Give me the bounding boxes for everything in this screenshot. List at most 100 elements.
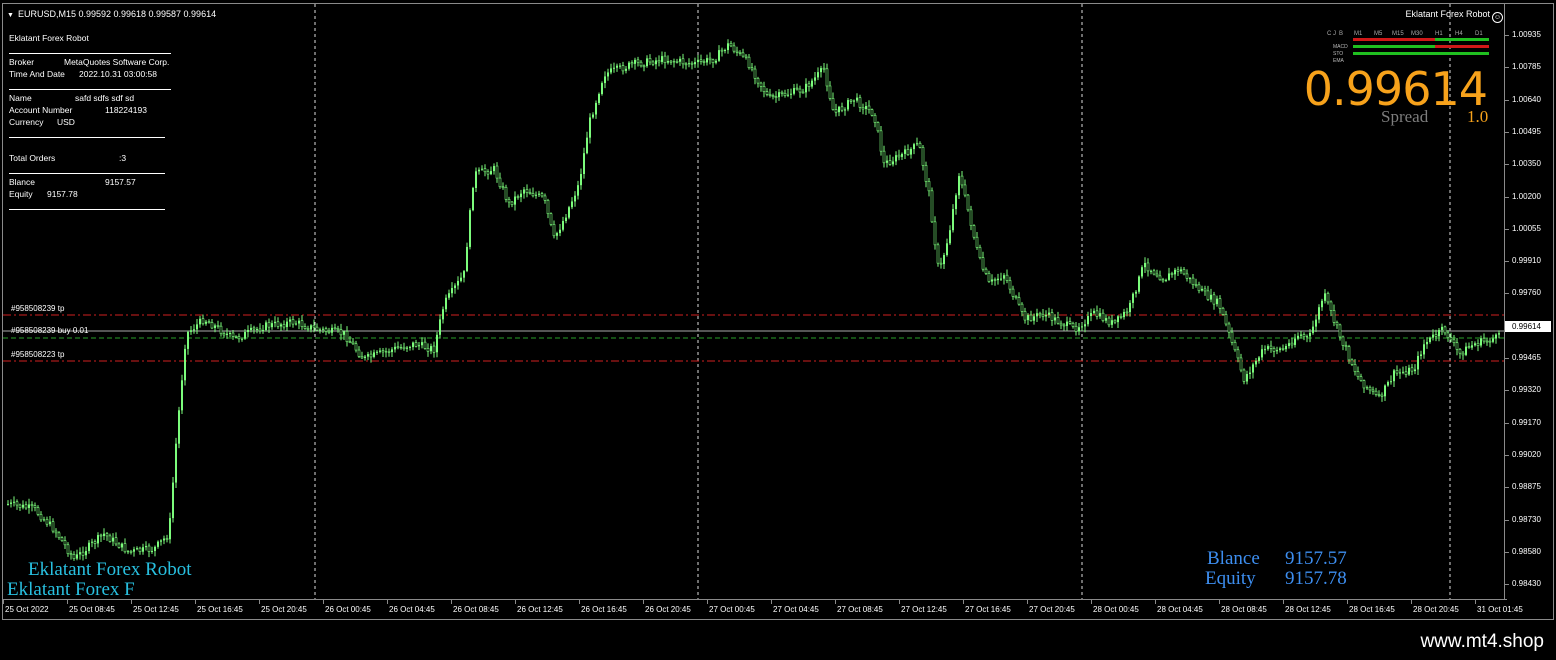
price-label: 0.98875 [1512,482,1541,492]
candle-body-bull [1420,354,1422,356]
candle-body-bear [867,105,871,110]
candle-body-bear [546,200,550,215]
candle-body-bull [214,325,216,329]
candle-body-bear [423,341,427,349]
candle-body-bull [280,324,282,327]
candle-body-bull [661,56,663,62]
candle-body-bull [1408,367,1410,375]
candle-body-bull [787,94,789,96]
candle-body-bear [1236,349,1240,359]
candle-body-bull [1105,318,1107,321]
mtf-header: B [1339,31,1344,37]
candle-body-bear [669,60,673,63]
balance-value: 9157.57 [105,177,136,187]
candle-body-bull [1129,302,1131,313]
candle-body-bear [1074,325,1078,332]
chart-window[interactable]: ▼ EURUSD,M15 0.99592 0.99618 0.99587 0.99… [2,3,1554,620]
candle-body-bull [601,83,603,95]
candle-body-bull [451,288,453,294]
candle-body-bear [939,262,943,265]
candle-body-bear [657,60,661,63]
candle-body-bull [367,354,369,357]
divider [9,209,165,210]
candle-body-bull [1066,321,1068,326]
candle-body-bear [1368,386,1372,391]
candle-body-bull [1054,317,1056,321]
order-tp-label[interactable]: #958508223 tp [11,350,64,359]
candle-body-bull [694,62,696,65]
candle-body-bull [1141,267,1143,277]
candle-body-bear [219,325,223,334]
candle-body-bull [1144,262,1146,268]
time-label: 27 Oct 08:45 [837,605,883,614]
candle-body-bull [385,351,387,353]
mtf-header: M5 [1374,31,1383,37]
order-buy-label[interactable]: #958508239 buy 0.01 [11,326,88,335]
candle-body-bear [858,97,862,108]
currency-label: Currency [9,117,44,127]
candle-body-bull [688,63,690,65]
candle-body-bull [493,166,495,172]
candle-body-bull [466,246,468,272]
candle-body-bull [79,552,81,555]
candle-body-bull [439,319,441,335]
candle-body-bear [1242,369,1246,382]
candle-body-bull [844,109,846,111]
candle-body-bear [15,501,19,506]
candle-body-bull [1315,319,1317,327]
price-tick [1505,390,1509,392]
divider [9,173,165,174]
candle-body-bull [475,171,477,188]
candle-body-bear [129,550,133,553]
current-price-marker: 0.99614 [1505,320,1551,332]
candle-body-bear [510,201,514,205]
candle-body-bull [580,174,582,186]
price-axis[interactable]: 1.00935 1.00785 1.00640 1.00495 1.00350 1.002… [1504,4,1553,599]
candle-body-bear [765,91,769,95]
candle-body-bear [879,130,883,152]
candle-body-bear [918,142,922,148]
candle-body-bull [628,62,630,69]
order-tp-label[interactable]: #958508239 tp [11,304,64,313]
price-tick [1505,487,1509,489]
candle-body-bear [24,504,28,509]
collapse-triangle-icon[interactable]: ▼ [7,12,14,19]
candle-body-bull [1255,360,1257,365]
candle-body-bear [921,147,925,166]
candle-body-bear [642,65,646,68]
candle-body-bear [1269,345,1273,349]
candle-body-bull [592,114,594,118]
stats-equity-label: Equity [1205,568,1256,589]
candle-body-bear [831,98,835,110]
candle-body-bear [825,68,829,87]
candle-body-bear [759,82,763,87]
candle-body-bear [972,225,976,238]
price-label: 0.99760 [1512,288,1541,298]
candle-body-bear [1326,293,1330,303]
price-label: 1.00055 [1512,223,1541,233]
candle-body-bear [81,551,85,556]
candle-body-bear [1443,326,1447,334]
candle-body-bull [991,279,993,282]
candle-body-bear [495,165,499,179]
candle-body-bull [1048,312,1050,315]
candle-body-bull [154,546,156,551]
time-label: 25 Oct 08:45 [69,605,115,614]
candle-body-bear [1038,312,1042,316]
broker-value: MetaQuotes Software Corp. [64,57,170,67]
candle-body-bull [394,346,396,350]
candle-body-bull [598,94,600,103]
candle-body-bull [241,338,243,340]
candle-body-bull [274,321,276,324]
candle-body-bear [1344,345,1348,347]
time-axis[interactable]: 25 Oct 2022 25 Oct 08:45 25 Oct 12:45 25 Oc… [3,599,1523,619]
candle-body-bull [778,92,780,98]
price-tick [1505,99,1509,101]
time-label: 26 Oct 16:45 [581,605,627,614]
candle-body-bear [1059,322,1063,326]
candle-body-bear [936,244,940,264]
account-value: 118224193 [105,105,147,115]
price-tick [1505,551,1509,553]
candle-body-bear [768,93,772,96]
candle-body-bear [1230,331,1234,343]
